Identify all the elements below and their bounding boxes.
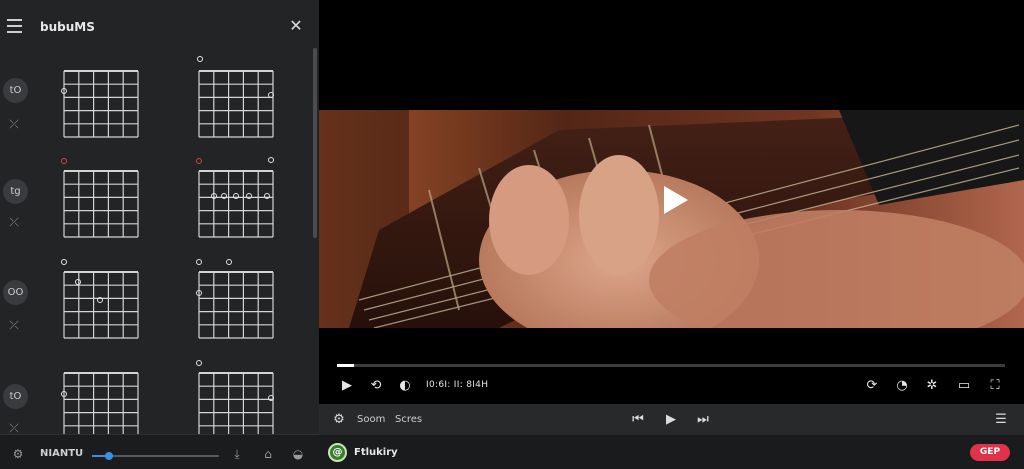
chord-grid (198, 70, 274, 138)
skip-icon[interactable]: ⟲ (367, 377, 385, 395)
chord-diagram[interactable] (198, 271, 274, 339)
video-progress-bar[interactable] (337, 364, 1005, 367)
app-window: bubuMS ✕ tO ⤫ tg ⤫ OO ⤫ tO ⤫ ⚙ NIANTU ⤓ … (0, 0, 1024, 469)
finger-marker (75, 279, 81, 285)
open-string-marker (196, 360, 202, 366)
loop-icon[interactable]: ⟳ (863, 377, 881, 395)
finger-marker (233, 193, 239, 199)
play-icon[interactable]: ▶ (339, 377, 355, 395)
chord-grid (198, 170, 274, 238)
footer-label: NIANTU (40, 448, 84, 459)
panel-scrollbar[interactable] (313, 48, 317, 238)
chord-diagram[interactable] (198, 70, 274, 138)
chord-grid (63, 372, 139, 440)
finger-marker (196, 290, 202, 296)
video-time: I0:6I: II: 8I4H (426, 380, 489, 390)
finger-marker (61, 391, 67, 397)
tag-icon[interactable]: ⌂ (260, 446, 276, 462)
play-icon[interactable]: ▶ (663, 411, 679, 428)
shuffle-icon[interactable]: ⤫ (6, 116, 22, 132)
transport-bar: ⚙ Soom Scres ⏮ ▶ ⏭ ☰ (319, 404, 1024, 435)
next-icon[interactable]: ⏭ (695, 411, 711, 428)
shuffle-icon[interactable]: ⤫ (6, 317, 22, 333)
chord-grid (63, 170, 139, 238)
finger-marker (268, 92, 274, 98)
panel-footer: ⚙ NIANTU ⤓ ⌂ ◒ (0, 434, 319, 469)
transport-label-screens[interactable]: Scres (395, 414, 422, 425)
menu-icon[interactable]: ☰ (993, 411, 1009, 428)
shuffle-icon[interactable]: ⤫ (6, 214, 22, 230)
finger-marker (268, 395, 274, 401)
app-logo: @ (328, 443, 347, 462)
panel-header: bubuMS ✕ (0, 0, 319, 52)
bottom-bar: @ Ftlukiry GEP (319, 435, 1024, 469)
open-string-marker (196, 259, 202, 265)
volume-icon[interactable]: ◐ (396, 377, 414, 395)
transport-label-zoom[interactable]: Soom (357, 414, 385, 425)
guitar-video-image (319, 110, 1024, 328)
volume-slider-knob[interactable] (104, 452, 113, 460)
muted-string-marker (61, 158, 67, 164)
chord-grid (198, 372, 274, 440)
chord-panel: bubuMS ✕ tO ⤫ tg ⤫ OO ⤫ tO ⤫ ⚙ NIANTU ⤓ … (0, 0, 319, 469)
open-string-marker (61, 259, 67, 265)
finger-marker (211, 193, 217, 199)
open-string-marker (226, 259, 232, 265)
finger-marker (221, 193, 227, 199)
rail-button-2[interactable]: tg (3, 179, 28, 204)
theater-mode-icon[interactable]: ▭ (955, 377, 973, 395)
chord-diagram[interactable] (198, 372, 274, 440)
finger-marker (61, 88, 67, 94)
chord-grid (198, 271, 274, 339)
chord-diagram[interactable] (63, 170, 139, 238)
fullscreen-icon[interactable]: ⛶ (986, 377, 1004, 395)
settings-icon[interactable]: ⚙ (10, 446, 26, 462)
hamburger-menu-icon[interactable] (7, 19, 22, 33)
finger-marker (97, 297, 103, 303)
speed-icon[interactable]: ◔ (893, 377, 911, 395)
close-icon[interactable]: ✕ (287, 17, 305, 35)
rail-button-1[interactable]: tO (3, 78, 28, 103)
chord-diagram[interactable] (63, 70, 139, 138)
previous-icon[interactable]: ⏮ (630, 411, 646, 428)
finger-marker (246, 193, 252, 199)
video-frame[interactable] (319, 110, 1024, 328)
settings-icon[interactable]: ✲ (923, 377, 941, 395)
muted-string-marker (196, 158, 202, 164)
video-progress-fill (337, 364, 354, 367)
panel-title: bubuMS (40, 20, 95, 34)
volume-slider[interactable] (92, 452, 219, 460)
shield-icon[interactable]: ◒ (290, 446, 306, 462)
rail-button-3[interactable]: OO (3, 280, 28, 305)
pin-icon[interactable]: ⤓ (229, 446, 245, 462)
open-string-marker (197, 56, 203, 62)
app-name: Ftlukiry (354, 447, 398, 458)
video-player: ▶ ⟲ ◐ I0:6I: II: 8I4H ⟳ ◔ ✲ ▭ ⛶ ⚙ Soom S… (319, 0, 1024, 469)
chord-diagram[interactable] (198, 170, 274, 238)
finger-marker (264, 193, 270, 199)
gear-icon[interactable]: ⚙ (331, 411, 347, 428)
action-pill-button[interactable]: GEP (970, 444, 1010, 461)
play-overlay-icon[interactable] (664, 186, 688, 214)
chord-grid (63, 70, 139, 138)
rail-button-4[interactable]: tO (3, 384, 28, 409)
chord-diagram[interactable] (63, 372, 139, 440)
open-string-marker (268, 157, 274, 163)
